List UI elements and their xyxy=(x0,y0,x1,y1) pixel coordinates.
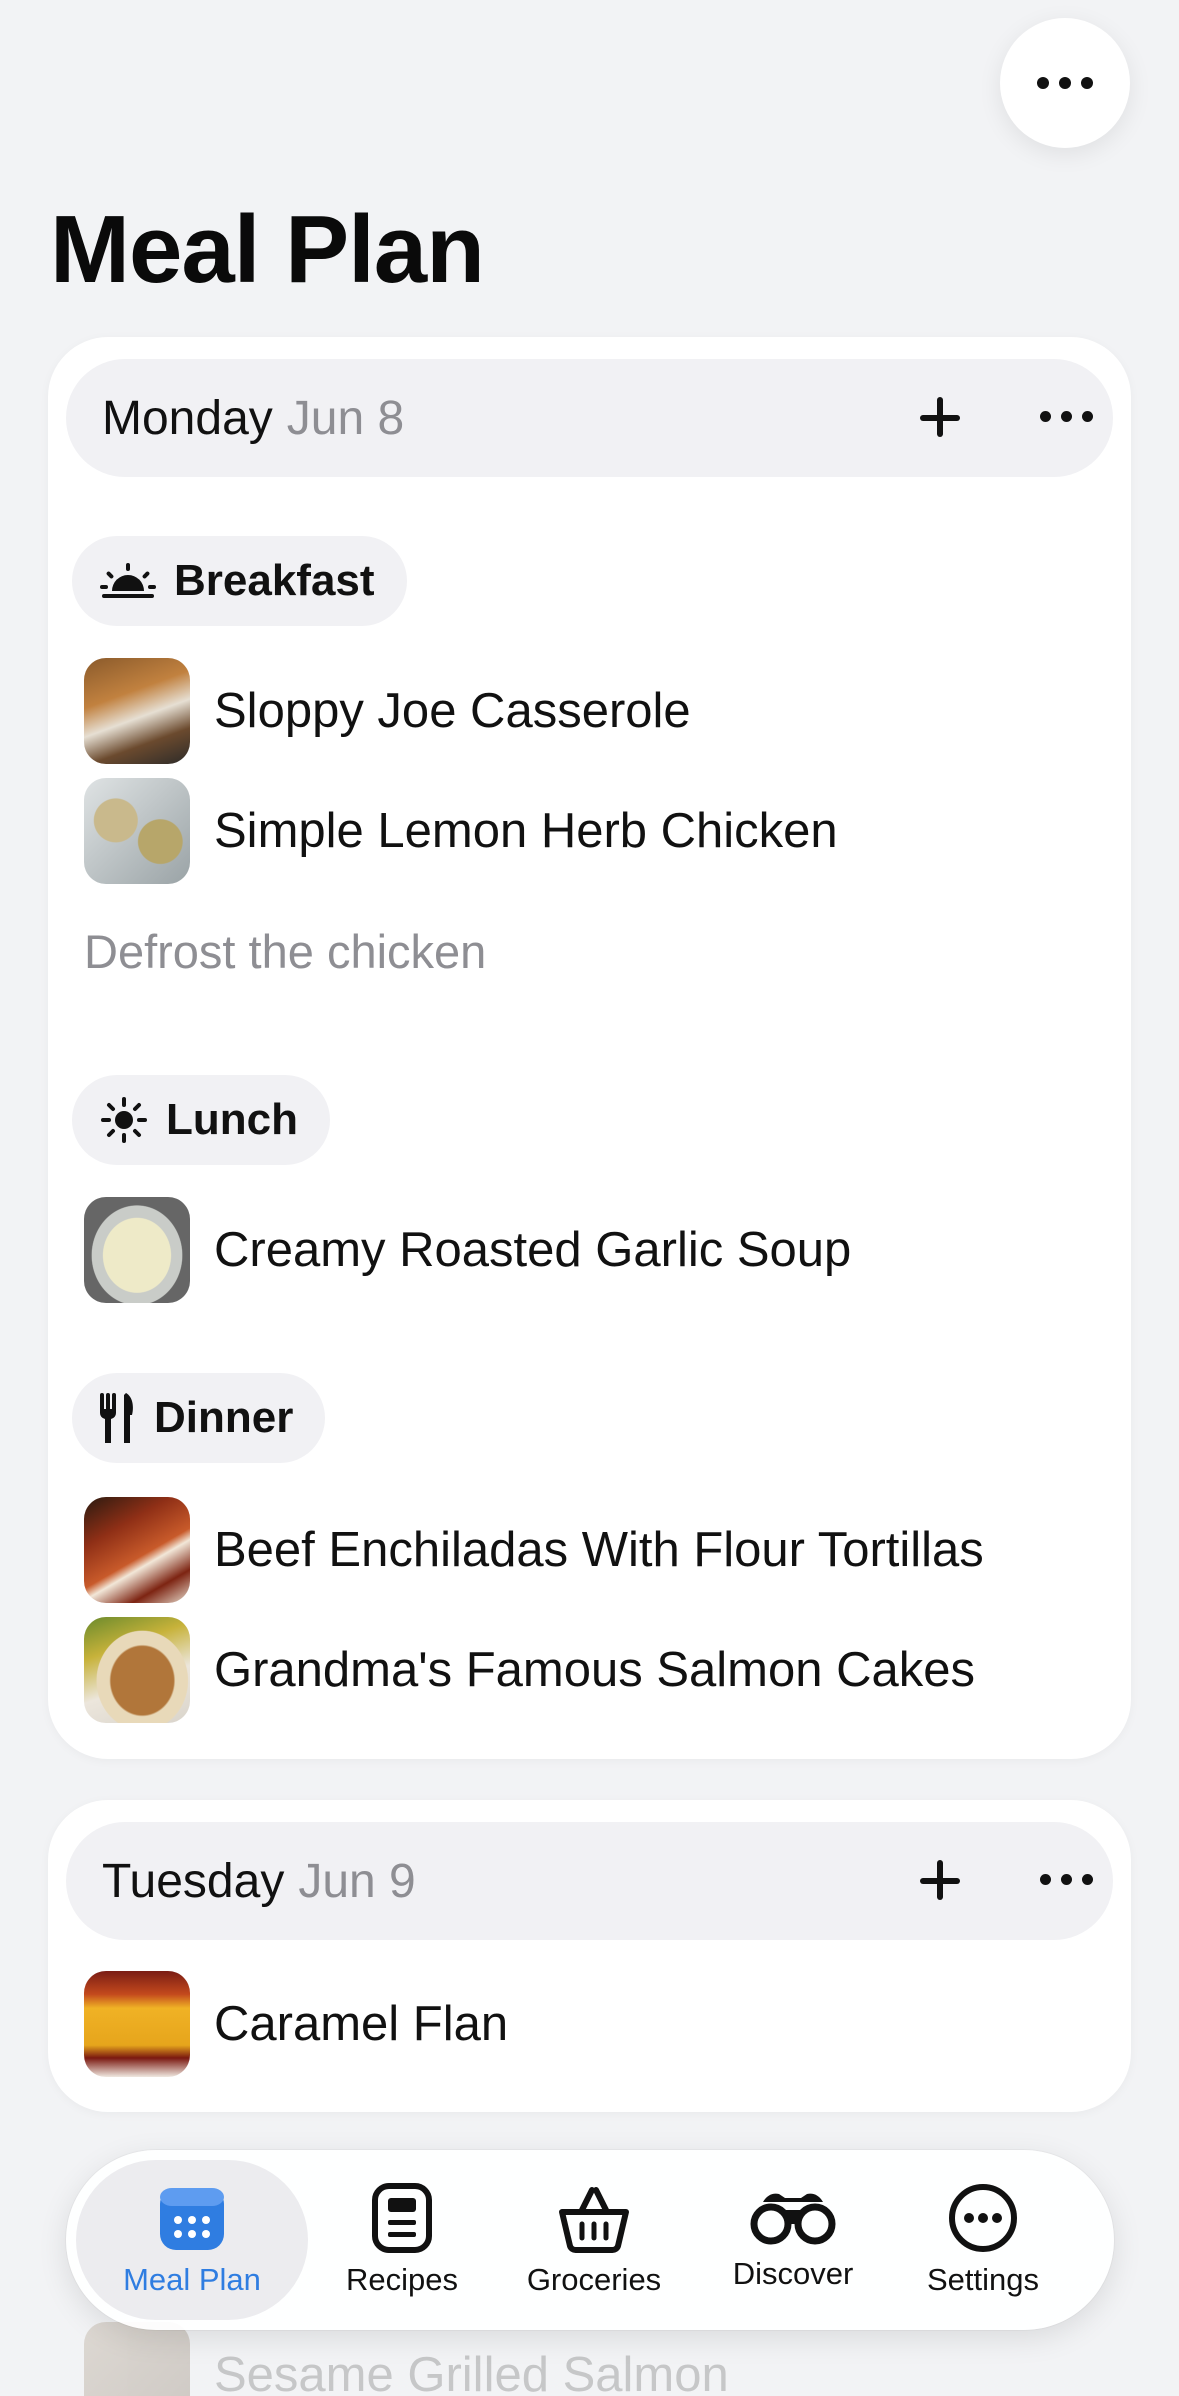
recipe-card-icon xyxy=(372,2183,432,2253)
tab-label: Recipes xyxy=(346,2262,458,2297)
recipe-row[interactable]: Sesame Grilled Salmon xyxy=(84,2322,729,2396)
recipe-row[interactable]: Creamy Roasted Garlic Soup xyxy=(84,1197,851,1303)
fork-knife-icon xyxy=(99,1393,133,1443)
recipe-thumbnail xyxy=(84,658,190,764)
tab-discover[interactable]: Discover xyxy=(718,2160,868,2320)
day-name: Monday xyxy=(102,391,273,445)
more-options-button[interactable] xyxy=(1000,18,1130,148)
recipe-title: Simple Lemon Herb Chicken xyxy=(214,804,838,858)
recipe-thumbnail xyxy=(84,1971,190,2077)
sun-icon xyxy=(101,1097,147,1143)
day-header[interactable]: Tuesday Jun 9 xyxy=(66,1822,1113,1940)
more-horizontal-icon xyxy=(1040,411,1093,422)
day-card-tuesday: Tuesday Jun 9 Caramel Flan xyxy=(48,1800,1131,2112)
basket-icon xyxy=(559,2187,629,2253)
recipe-title: Sloppy Joe Casserole xyxy=(214,684,691,738)
recipe-row[interactable]: Grandma's Famous Salmon Cakes xyxy=(84,1617,975,1723)
more-horizontal-icon xyxy=(1040,1874,1093,1885)
tab-label: Discover xyxy=(732,2256,854,2291)
meal-note[interactable]: Defrost the chicken xyxy=(84,924,486,979)
recipe-thumbnail xyxy=(84,1197,190,1303)
recipe-thumbnail xyxy=(84,2322,190,2396)
calendar-icon xyxy=(160,2188,224,2250)
tab-settings[interactable]: Settings xyxy=(908,2160,1058,2320)
recipe-title: Grandma's Famous Salmon Cakes xyxy=(214,1643,975,1697)
tab-label: Settings xyxy=(926,2262,1039,2297)
meal-section-dinner[interactable]: Dinner xyxy=(72,1373,326,1463)
tab-label: Meal Plan xyxy=(123,2262,261,2297)
recipe-thumbnail xyxy=(84,778,190,884)
day-card-monday: Monday Jun 8 Breakfast Sloppy Joe Casser… xyxy=(48,337,1131,1759)
meal-section-breakfast[interactable]: Breakfast xyxy=(72,536,407,626)
add-meal-button[interactable] xyxy=(916,1856,966,1906)
tab-groceries[interactable]: Groceries xyxy=(514,2160,674,2320)
meal-label: Breakfast xyxy=(174,556,375,605)
recipe-title: Beef Enchiladas With Flour Tortillas xyxy=(214,1523,984,1577)
recipe-title: Creamy Roasted Garlic Soup xyxy=(214,1223,852,1277)
recipe-row[interactable]: Simple Lemon Herb Chicken xyxy=(84,778,838,884)
day-date: Jun 8 xyxy=(286,391,405,445)
tab-meal-plan[interactable]: Meal Plan xyxy=(76,2160,308,2320)
add-meal-button[interactable] xyxy=(916,393,966,443)
recipe-thumbnail xyxy=(84,1617,190,1723)
tab-recipes[interactable]: Recipes xyxy=(332,2160,472,2320)
meal-label: Lunch xyxy=(166,1095,298,1144)
tab-bar: Meal Plan Recipes Groceries Discover Set… xyxy=(66,2150,1114,2330)
day-name: Tuesday xyxy=(102,1854,285,1908)
recipe-row[interactable]: Caramel Flan xyxy=(84,1971,508,2077)
page-title: Meal Plan xyxy=(50,196,485,303)
binoculars-icon xyxy=(750,2193,836,2245)
more-horizontal-icon xyxy=(1037,77,1093,89)
meal-section-lunch[interactable]: Lunch xyxy=(72,1075,330,1165)
recipe-thumbnail xyxy=(84,1497,190,1603)
day-more-button[interactable] xyxy=(1040,411,1093,422)
day-more-button[interactable] xyxy=(1040,1874,1093,1885)
recipe-title: Caramel Flan xyxy=(214,1997,509,2051)
meal-label: Dinner xyxy=(154,1393,294,1442)
day-header[interactable]: Monday Jun 8 xyxy=(66,359,1113,477)
recipe-title: Sesame Grilled Salmon xyxy=(214,2348,729,2396)
more-circle-icon xyxy=(949,2184,1017,2252)
tab-label: Groceries xyxy=(526,2262,662,2297)
day-date: Jun 9 xyxy=(298,1854,416,1908)
recipe-row[interactable]: Beef Enchiladas With Flour Tortillas xyxy=(84,1497,984,1603)
recipe-row[interactable]: Sloppy Joe Casserole xyxy=(84,658,691,764)
sunrise-icon xyxy=(100,563,156,598)
